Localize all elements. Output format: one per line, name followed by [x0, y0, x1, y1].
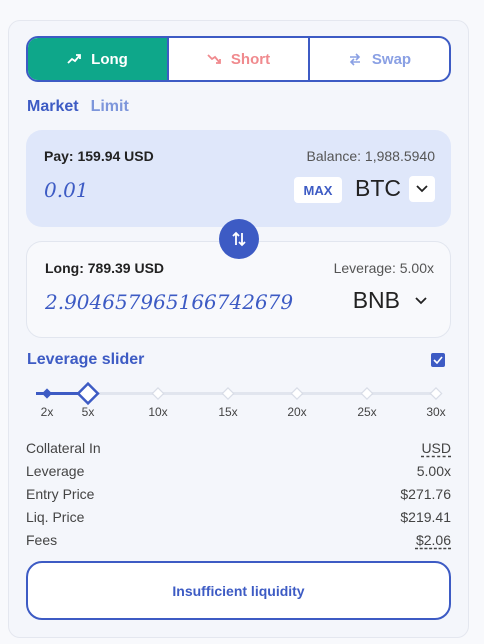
pay-label: Pay: 159.94 USD — [44, 148, 154, 164]
slider-tick-label: 30x — [426, 405, 446, 419]
leverage-info-label: Leverage — [26, 463, 85, 479]
leverage-slider[interactable] — [36, 378, 446, 408]
leverage-info-value: 5.00x — [416, 463, 451, 479]
tab-long-label: Long — [91, 50, 128, 68]
entry-price-row: Entry Price $271.76 — [26, 486, 451, 509]
pay-box: Pay: 159.94 USD Balance: 1,988.5940 0.01… — [26, 130, 451, 227]
leverage-label: Leverage: 5.00x — [333, 260, 434, 276]
fees-label: Fees — [26, 532, 58, 548]
tab-swap-label: Swap — [371, 50, 412, 68]
liq-price-row: Liq. Price $219.41 — [26, 509, 451, 532]
order-mode-tabs: Market Limit — [27, 98, 129, 116]
receive-token-selector[interactable]: BNB — [353, 287, 434, 314]
slider-mark — [429, 386, 443, 401]
slider-tick-label: 2x — [40, 405, 54, 419]
entry-price-label: Entry Price — [26, 486, 95, 502]
chevron-down-icon — [408, 288, 434, 314]
slider-handle[interactable] — [76, 381, 100, 406]
receive-amount-input[interactable]: 2.904657965166742679 — [45, 290, 293, 314]
trend-down-icon — [207, 54, 221, 64]
slider-mark — [290, 386, 304, 401]
chevron-down-icon — [409, 175, 435, 202]
slider-tick-label: 20x — [287, 405, 307, 419]
tab-short-label: Short — [230, 50, 271, 68]
slider-mark — [360, 386, 374, 401]
slider-tick-label: 25x — [357, 405, 377, 419]
slider-mark — [151, 386, 165, 401]
slider-marks — [36, 381, 443, 406]
liq-price-label: Liq. Price — [26, 509, 85, 525]
swap-arrows-icon — [349, 53, 361, 66]
collateral-row: Collateral In USD — [26, 440, 451, 463]
liq-price-value: $219.41 — [400, 509, 451, 525]
slider-mark — [221, 386, 235, 401]
trade-type-tabs: Long Short Swap — [26, 36, 451, 82]
check-icon — [433, 356, 443, 364]
leverage-slider-title: Leverage slider — [27, 351, 145, 368]
tab-market[interactable]: Market — [27, 98, 79, 116]
trade-info: Collateral In USD Leverage 5.00x Entry P… — [26, 440, 451, 555]
leverage-row: Leverage 5.00x — [26, 463, 451, 486]
fees-value[interactable]: $2.06 — [416, 532, 451, 555]
collateral-label: Collateral In — [26, 440, 101, 456]
fees-row: Fees $2.06 — [26, 532, 451, 555]
leverage-checkbox[interactable] — [431, 353, 445, 367]
collateral-value[interactable]: USD — [421, 440, 451, 463]
tab-long[interactable]: Long — [28, 38, 169, 80]
slider-tick-label: 15x — [218, 405, 238, 419]
switch-tokens-button[interactable] — [219, 219, 259, 259]
receive-token-symbol: BNB — [352, 287, 400, 313]
slider-tick-labels: 2x 5x 10x 15x 20x 25x 30x — [36, 405, 456, 423]
submit-button[interactable]: Insufficient liquidity — [26, 561, 451, 620]
swap-vertical-icon — [232, 231, 246, 247]
slider-tick-label: 5x — [81, 405, 95, 419]
pay-token-symbol: BTC — [355, 175, 401, 201]
pay-amount-input[interactable]: 0.01 — [44, 178, 89, 202]
max-button[interactable]: MAX — [294, 177, 342, 203]
tab-limit[interactable]: Limit — [91, 98, 129, 116]
trend-up-icon — [67, 54, 82, 64]
long-label: Long: 789.39 USD — [45, 260, 165, 276]
pay-token-selector[interactable]: BTC — [355, 175, 435, 202]
slider-mark — [41, 388, 53, 399]
tab-short[interactable]: Short — [169, 38, 310, 80]
slider-tick-label: 10x — [148, 405, 168, 419]
tab-swap[interactable]: Swap — [310, 38, 449, 80]
balance-label: Balance: 1,988.5940 — [306, 148, 435, 164]
entry-price-value: $271.76 — [400, 486, 451, 502]
